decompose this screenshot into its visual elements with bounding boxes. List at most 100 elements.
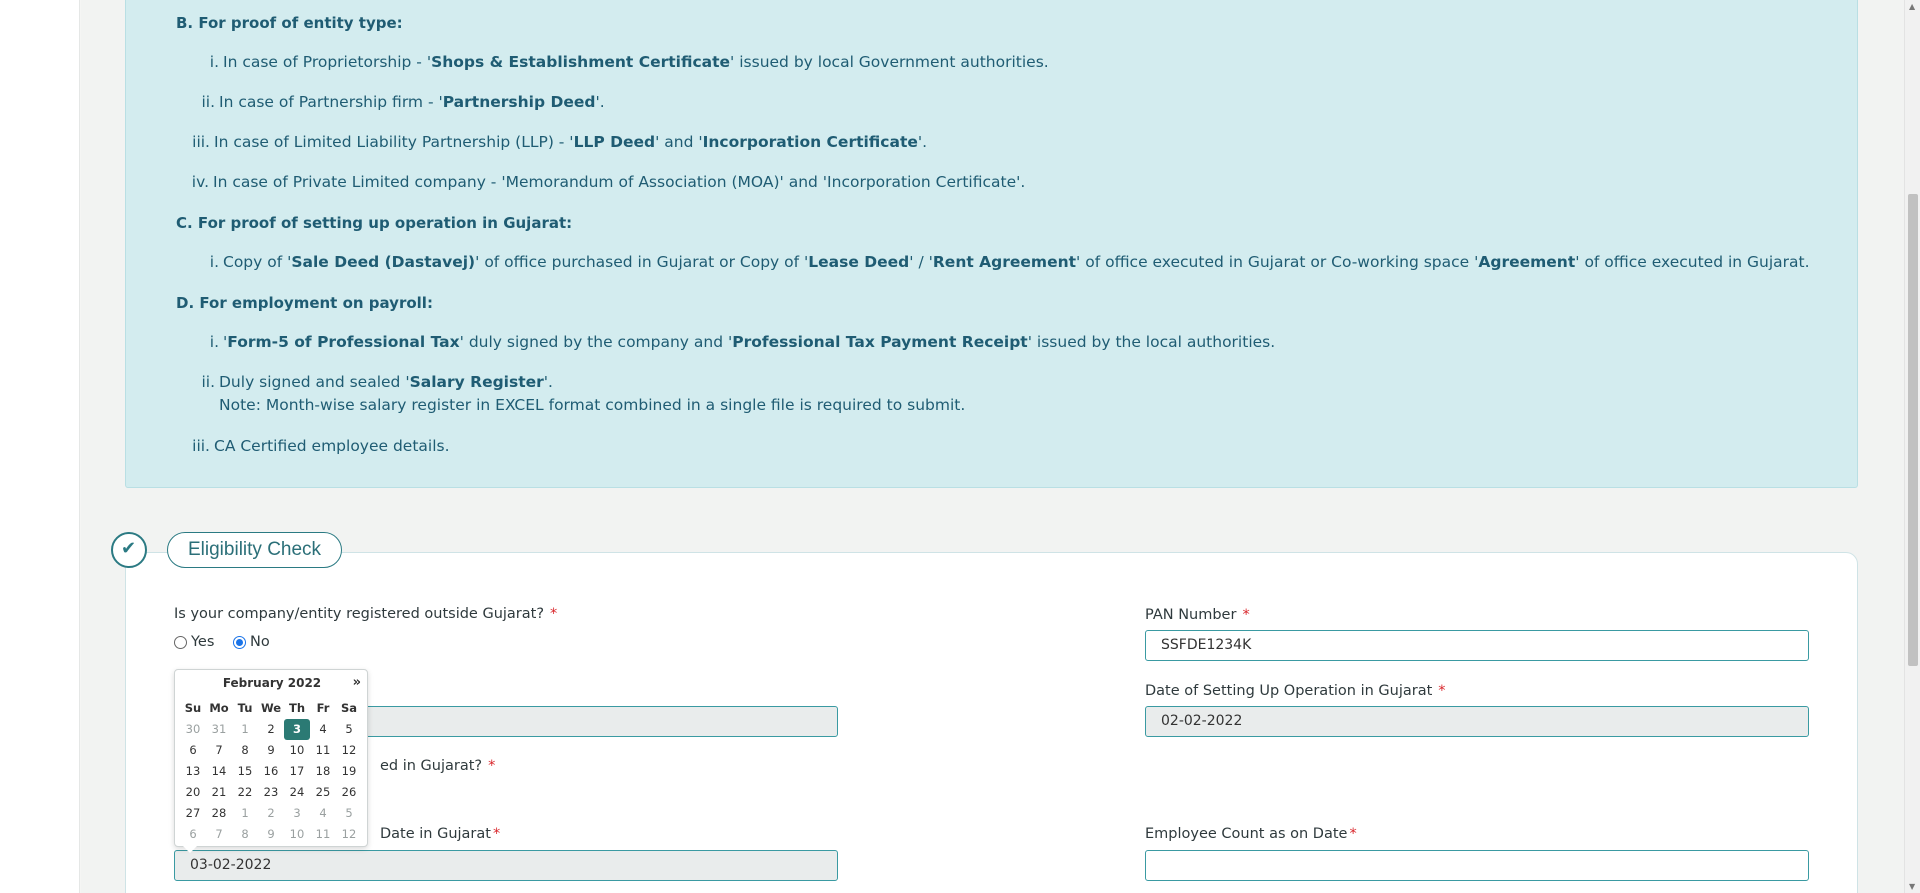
calendar-day[interactable]: 24 — [284, 782, 310, 803]
document-name: Salary Register — [409, 373, 544, 391]
date-input[interactable]: 03-02-2022 — [174, 850, 838, 881]
calendar-day[interactable]: 7 — [206, 740, 232, 761]
datepicker-popup: February 2022 » Su Mo Tu We Th Fr Sa 30 31 1 2 3 4 5 6… — [174, 669, 369, 853]
calendar-day[interactable]: 8 — [232, 824, 258, 845]
calendar-day[interactable]: 1 — [232, 803, 258, 824]
calendar-day[interactable]: 19 — [336, 761, 362, 782]
calendar-day-selected[interactable]: 3 — [284, 719, 310, 740]
documents-section-heading: D. For employment on payroll: — [176, 294, 433, 312]
radio-option-no[interactable]: No — [233, 634, 270, 650]
required-documents-panel: B. For proof of entity type: i. In case of… — [125, 0, 1858, 488]
calendar-day[interactable]: 20 — [180, 782, 206, 803]
calendar-day[interactable]: 2 — [258, 803, 284, 824]
calendar-day[interactable]: 22 — [232, 782, 258, 803]
calendar-day[interactable]: 13 — [180, 761, 206, 782]
calendar-day[interactable]: 12 — [336, 740, 362, 761]
calendar-day[interactable]: 2 — [258, 719, 284, 740]
documents-list-item: iii. In case of Limited Liability Partner… — [188, 133, 927, 151]
list-item-text: In case of Private Limited company - 'Me… — [213, 173, 1026, 191]
calendar-day[interactable]: 30 — [180, 719, 206, 740]
list-item-text: In case of Limited Liability Partnership… — [214, 133, 574, 151]
calendar-day[interactable]: 17 — [284, 761, 310, 782]
calendar-day[interactable]: 27 — [180, 803, 206, 824]
calendar-day[interactable]: 25 — [310, 782, 336, 803]
calendar-day[interactable]: 3 — [284, 803, 310, 824]
left-gutter — [0, 0, 80, 893]
calendar-day[interactable]: 23 — [258, 782, 284, 803]
calendar-day[interactable]: 11 — [310, 824, 336, 845]
list-item-text: ' of office purchased in Gujarat or Copy… — [475, 253, 809, 271]
radio-option-yes[interactable]: Yes — [174, 634, 214, 650]
calendar-week-row: 6 7 8 9 10 11 12 — [180, 824, 362, 845]
datepicker-header: February 2022 » — [175, 675, 369, 692]
list-item-text: ' of office executed in Gujarat. — [1575, 253, 1810, 271]
calendar-day[interactable]: 16 — [258, 761, 284, 782]
scrollbar-thumb[interactable] — [1908, 194, 1918, 666]
list-item-text: '. — [543, 373, 553, 391]
calendar-day[interactable]: 11 — [310, 740, 336, 761]
list-item-text: CA Certified employee details. — [214, 437, 450, 455]
list-item-text: ' issued by the local authorities. — [1027, 333, 1276, 351]
calendar-day[interactable]: 9 — [258, 740, 284, 761]
salary-register-note: Note: Month-wise salary register in EXCE… — [219, 396, 966, 414]
calendar-day[interactable]: 7 — [206, 824, 232, 845]
list-item-text: '. — [917, 133, 928, 151]
next-month-button[interactable]: » — [353, 675, 361, 690]
list-item-text: ' of office executed in Gujarat or Co-wo… — [1076, 253, 1479, 271]
documents-list-item: iv. In case of Private Limited company - … — [187, 173, 1026, 191]
calendar-day[interactable]: 14 — [206, 761, 232, 782]
vertical-scrollbar[interactable]: ▲ ▼ — [1904, 0, 1920, 893]
calendar-day[interactable]: 9 — [258, 824, 284, 845]
list-item-text: ' / ' — [909, 253, 933, 271]
calendar-day[interactable]: 18 — [310, 761, 336, 782]
setup-date-input[interactable]: 02-02-2022 — [1145, 706, 1809, 737]
calendar-day[interactable]: 28 — [206, 803, 232, 824]
list-item-text: ' and ' — [655, 133, 703, 151]
pan-number-label: PAN Number * — [1145, 607, 1250, 623]
document-name: Incorporation Certificate — [702, 133, 918, 151]
document-name: Form-5 of Professional Tax — [227, 333, 460, 351]
calendar-day[interactable]: 15 — [232, 761, 258, 782]
calendar-day[interactable]: 4 — [310, 803, 336, 824]
section-complete-indicator: ✔ — [111, 532, 147, 568]
weekday-label: We — [260, 701, 282, 715]
calendar-day[interactable]: 5 — [336, 719, 362, 740]
registered-outside-gujarat-label: Is your company/entity registered outsid… — [174, 606, 558, 622]
radio-yes[interactable] — [174, 635, 187, 649]
calendar-day[interactable]: 6 — [180, 740, 206, 761]
calendar-day[interactable]: 12 — [336, 824, 362, 845]
calendar-day[interactable]: 5 — [336, 803, 362, 824]
scroll-down-icon[interactable]: ▼ — [1909, 882, 1915, 891]
calendar-day[interactable]: 1 — [232, 719, 258, 740]
documents-list-item: i. 'Form-5 of Professional Tax' duly sign… — [197, 333, 1275, 351]
documents-list-item: i. In case of Proprietorship - 'Shops & E… — [197, 53, 1049, 71]
calendar-day[interactable]: 26 — [336, 782, 362, 803]
weekday-header-row: Su Mo Tu We Th Fr Sa — [180, 698, 362, 719]
employee-count-input[interactable] — [1145, 850, 1809, 881]
calendar-day[interactable]: 10 — [284, 824, 310, 845]
document-name: Rent Agreement — [932, 253, 1077, 271]
calendar-day[interactable]: 4 — [310, 719, 336, 740]
calendar-week-row: 27 28 1 2 3 4 5 — [180, 803, 362, 824]
datepicker-month-title[interactable]: February 2022 — [175, 676, 369, 690]
document-name: Lease Deed — [808, 253, 910, 271]
calendar-day[interactable]: 21 — [206, 782, 232, 803]
section-title: Eligibility Check — [167, 532, 343, 568]
documents-section-heading: B. For proof of entity type: — [176, 14, 403, 32]
list-item-number: ii. — [201, 373, 215, 391]
document-name: Agreement — [1478, 253, 1576, 271]
pan-number-input[interactable]: SSFDE1234K — [1145, 630, 1809, 661]
radio-no[interactable] — [233, 635, 247, 649]
list-item-text: In case of Proprietorship - ' — [223, 53, 432, 71]
weekday-label: Su — [184, 701, 202, 715]
weekday-label: Tu — [237, 701, 253, 715]
document-name: Shops & Establishment Certificate — [431, 53, 731, 71]
scroll-up-icon[interactable]: ▲ — [1909, 2, 1915, 11]
calendar-day[interactable]: 31 — [206, 719, 232, 740]
calendar-day[interactable]: 8 — [232, 740, 258, 761]
list-item-text: ' issued by local Government authorities… — [730, 53, 1049, 71]
calendar-day[interactable]: 10 — [284, 740, 310, 761]
calendar-week-row: 13 14 15 16 17 18 19 — [180, 761, 362, 782]
list-item-number: i. — [209, 253, 219, 271]
calendar-day[interactable]: 6 — [180, 824, 206, 845]
